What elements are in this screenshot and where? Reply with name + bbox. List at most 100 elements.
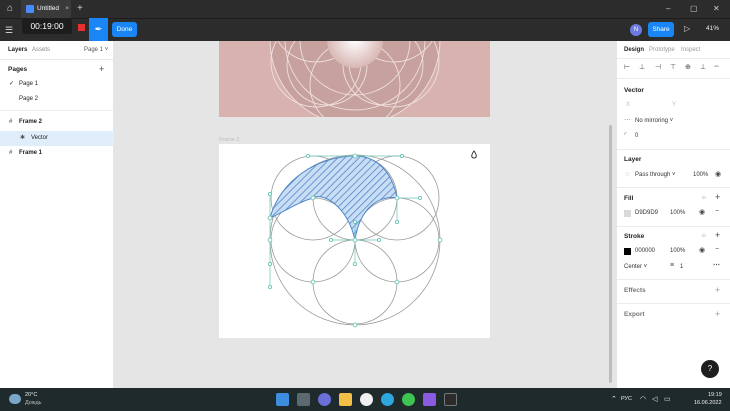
remove-fill-icon[interactable]: − — [715, 208, 719, 215]
volume-icon[interactable]: ◁ — [652, 395, 657, 403]
advanced-stroke-icon[interactable]: ⋯ — [713, 261, 720, 269]
done-button[interactable]: Done — [112, 22, 137, 37]
maximize-icon[interactable]: ▢ — [690, 0, 698, 18]
tab-design[interactable]: Design — [624, 47, 644, 53]
tray-chevron-icon[interactable]: ⌃ — [611, 395, 617, 403]
page-item[interactable]: Page 2 — [0, 92, 114, 107]
battery-icon[interactable]: ▭ — [664, 395, 671, 403]
design-panel: Design Prototype Inspect ⊢ ⊥ ⊣ ⊤ ⊕ ⊥ ⇔ V… — [616, 41, 730, 388]
task-view-icon[interactable] — [297, 393, 310, 406]
stroke-visibility-icon[interactable]: ◉ — [699, 246, 705, 254]
new-tab-icon[interactable]: + — [77, 0, 83, 18]
add-page-icon[interactable]: + — [99, 64, 104, 74]
yandex-browser-icon[interactable] — [360, 393, 373, 406]
divider — [0, 110, 114, 111]
title-bar: ⌂ Untitled × + – ▢ ✕ — [0, 0, 730, 18]
remove-stroke-icon[interactable]: − — [715, 246, 719, 253]
layer-opacity-field[interactable]: 100% — [693, 172, 708, 178]
add-effect-icon[interactable]: + — [715, 285, 720, 295]
align-right-icon[interactable]: ⊣ — [655, 63, 661, 71]
stop-recording-icon[interactable] — [78, 24, 85, 31]
layer-item[interactable]: # Frame 2 — [0, 115, 114, 130]
left-panel-tabs: Layers Assets Page 1 ˅ — [0, 41, 114, 60]
figma-app-icon[interactable] — [444, 393, 457, 406]
divider — [617, 303, 730, 304]
align-top-icon[interactable]: ⊤ — [670, 63, 676, 71]
tab-prototype[interactable]: Prototype — [649, 47, 675, 53]
layers-panel: Layers Assets Page 1 ˅ Pages + ✓ Page 1 … — [0, 41, 114, 388]
visibility-eye-icon[interactable]: ◉ — [715, 170, 721, 178]
windows-start-icon[interactable] — [276, 393, 289, 406]
figma-file-icon — [26, 5, 34, 13]
share-button[interactable]: Share — [648, 22, 674, 37]
layer-item-label: Vector — [31, 135, 49, 141]
add-fill-icon[interactable]: + — [715, 192, 720, 202]
canvas[interactable]: Frame 2 — [114, 41, 616, 388]
stroke-color-swatch[interactable] — [624, 248, 631, 255]
tab-assets[interactable]: Assets — [32, 47, 50, 53]
stroke-styles-icon[interactable]: ⁘ — [701, 232, 707, 240]
canvas-scrollbar[interactable] — [609, 125, 612, 383]
wifi-icon[interactable]: ◠ — [640, 395, 646, 403]
telegram-icon[interactable] — [381, 393, 394, 406]
minimize-icon[interactable]: – — [666, 0, 670, 18]
export-section-title: Export — [624, 311, 645, 318]
weather-description[interactable]: Дождь — [25, 400, 42, 406]
add-export-icon[interactable]: + — [715, 309, 720, 319]
add-stroke-icon[interactable]: + — [715, 230, 720, 240]
weather-cloud-icon[interactable] — [9, 394, 21, 404]
stroke-opacity-field[interactable]: 100% — [670, 248, 685, 254]
divider — [617, 187, 730, 188]
pages-title: Pages — [8, 66, 28, 73]
corner-radius-field[interactable]: 0 — [635, 133, 638, 139]
home-icon[interactable]: ⌂ — [4, 3, 16, 15]
layer-item[interactable]: # Frame 1 — [0, 146, 114, 161]
close-tab-icon[interactable]: × — [65, 0, 69, 18]
layer-item-label: Frame 1 — [19, 150, 43, 156]
align-bottom-icon[interactable]: ⊥ — [700, 63, 706, 71]
blend-mode-select[interactable]: Pass through ˅ — [635, 172, 676, 178]
file-tab[interactable]: Untitled × — [21, 0, 71, 18]
stroke-weight-field[interactable]: 1 — [680, 264, 683, 270]
clock-time[interactable]: 19:19 — [708, 392, 722, 398]
x-field[interactable]: X — [626, 102, 630, 108]
pen-tool-icon[interactable]: ✒ — [89, 18, 108, 41]
fill-color-swatch[interactable] — [624, 210, 631, 217]
layer-item[interactable]: ✱ Vector — [0, 131, 114, 146]
clock-date[interactable]: 16.06.2022 — [694, 400, 722, 406]
whatsapp-icon[interactable] — [402, 393, 415, 406]
chat-icon[interactable] — [318, 393, 331, 406]
fill-hex-field[interactable]: D9D9D9 — [635, 210, 658, 216]
file-explorer-icon[interactable] — [339, 393, 352, 406]
stroke-position-select[interactable]: Center ˅ — [624, 264, 647, 270]
weather-temperature[interactable]: 20°C — [25, 392, 37, 398]
effects-section-title: Effects — [624, 287, 646, 294]
keyboard-language[interactable]: РУС — [621, 396, 632, 402]
mirroring-select[interactable]: No mirroring ˅ — [635, 118, 673, 124]
align-center-v-icon[interactable]: ⊕ — [685, 63, 691, 71]
tab-layers[interactable]: Layers — [8, 47, 27, 53]
zoom-level[interactable]: 41% — [706, 25, 719, 32]
main-menu-icon[interactable]: ☰ — [5, 25, 13, 36]
align-center-h-icon[interactable]: ⊥ — [639, 63, 645, 71]
mirroring-icon: ⋯ — [624, 117, 631, 124]
user-avatar[interactable]: N — [630, 24, 642, 36]
page-selector[interactable]: Page 1 ˅ — [84, 47, 108, 53]
close-window-icon[interactable]: ✕ — [713, 0, 720, 18]
layer-section-title: Layer — [624, 156, 642, 163]
tab-inspect[interactable]: Inspect — [681, 47, 700, 53]
stroke-hex-field[interactable]: 000000 — [635, 248, 655, 254]
divider — [617, 279, 730, 280]
distribute-icon[interactable]: ⇔ — [713, 63, 720, 70]
fill-visibility-icon[interactable]: ◉ — [699, 208, 705, 216]
help-button[interactable]: ? — [701, 360, 719, 378]
frame-icon: # — [9, 119, 13, 125]
y-field[interactable]: Y — [672, 102, 676, 108]
present-play-icon[interactable]: ▷ — [684, 24, 690, 33]
page-item[interactable]: ✓ Page 1 — [0, 77, 114, 92]
media-app-icon[interactable] — [423, 393, 436, 406]
align-left-icon[interactable]: ⊢ — [624, 63, 630, 71]
fill-opacity-field[interactable]: 100% — [670, 210, 685, 216]
layer-item-label: Frame 2 — [19, 119, 43, 125]
fill-styles-icon[interactable]: ⁘ — [701, 194, 707, 202]
